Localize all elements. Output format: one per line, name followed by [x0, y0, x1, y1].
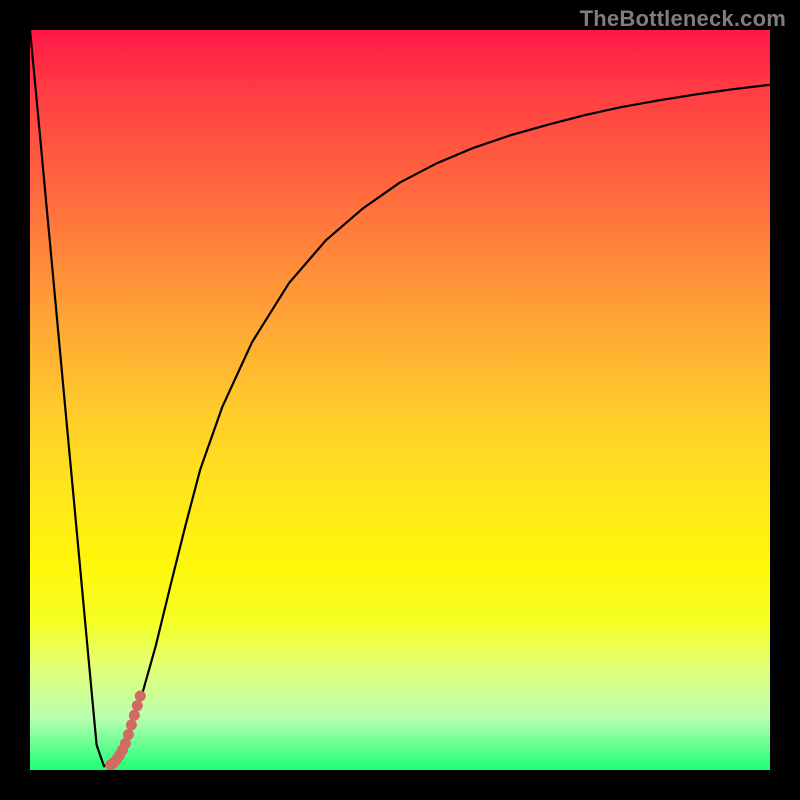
highlight-dot — [135, 691, 146, 702]
chart-plot-area — [30, 30, 770, 770]
highlight-dot — [105, 759, 116, 770]
chart-svg — [30, 30, 770, 770]
watermark-text: TheBottleneck.com — [580, 6, 786, 32]
chart-frame: TheBottleneck.com — [0, 0, 800, 800]
highlight-dot — [132, 700, 143, 711]
highlight-segment — [105, 691, 146, 771]
bottleneck-curve — [30, 30, 770, 766]
highlight-dot — [126, 719, 137, 730]
highlight-dot — [129, 710, 140, 721]
